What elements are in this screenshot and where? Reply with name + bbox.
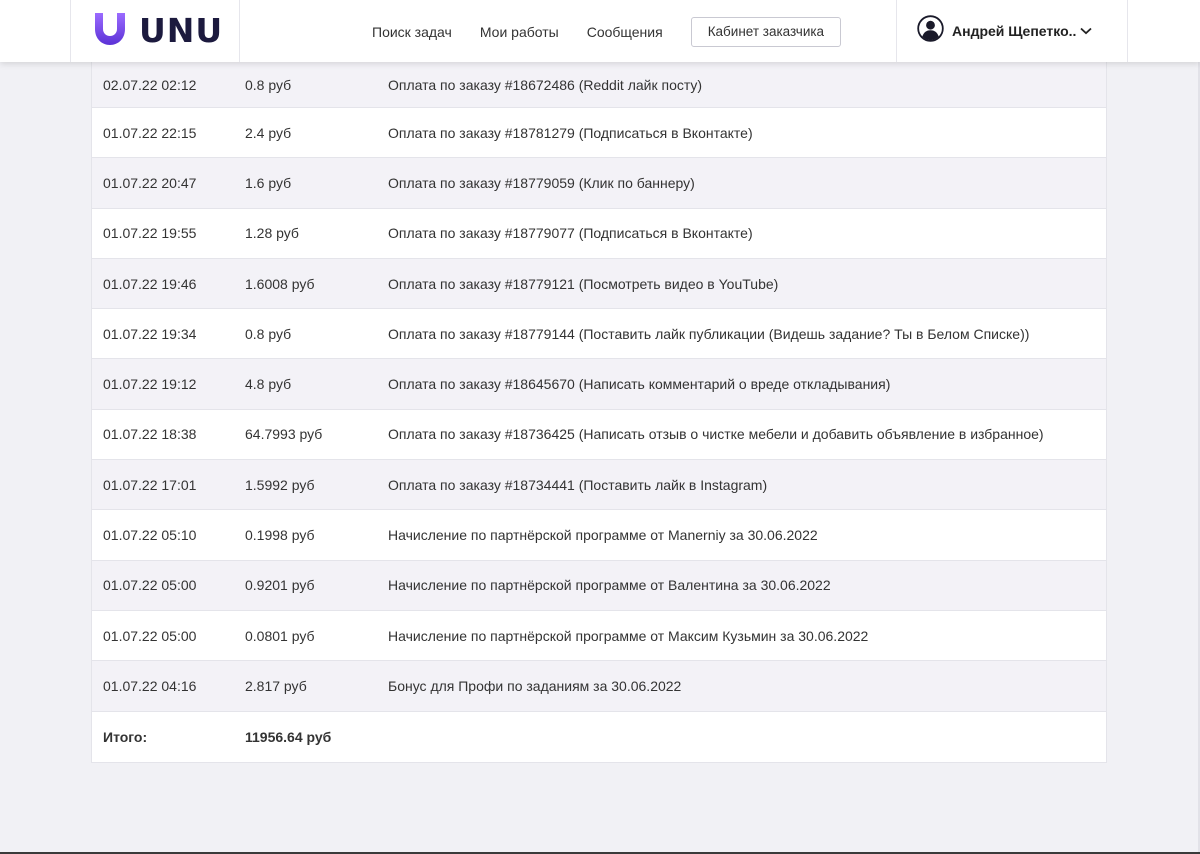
row-amount: 0.0801 руб — [245, 627, 315, 644]
table-row: 01.07.22 05:00 0.9201 руб Начисление по … — [92, 560, 1106, 611]
row-description: Начисление по партнёрской программе от M… — [388, 527, 818, 544]
table-row: 01.07.22 22:15 2.4 руб Оплата по заказу … — [92, 108, 1106, 159]
row-date: 01.07.22 05:10 — [103, 527, 197, 544]
top-header: UNU Поиск задач Мои работы Сообщения Каб… — [0, 0, 1200, 62]
nav-messages[interactable]: Сообщения — [587, 24, 663, 40]
row-date: 01.07.22 19:12 — [103, 376, 197, 393]
row-date: 01.07.22 17:01 — [103, 476, 197, 493]
total-label: Итого: — [103, 728, 148, 745]
nav-my-works[interactable]: Мои работы — [480, 24, 559, 40]
row-description: Оплата по заказу #18779121 (Посмотреть в… — [388, 275, 779, 292]
row-amount: 2.817 руб — [245, 677, 307, 694]
logo-text: UNU — [139, 11, 224, 50]
nav-search-tasks[interactable]: Поиск задач — [372, 24, 452, 40]
total-amount: 11956.64 руб — [245, 728, 332, 745]
row-date: 01.07.22 18:38 — [103, 426, 197, 443]
table-row: 01.07.22 19:46 1.6008 руб Оплата по зака… — [92, 258, 1106, 310]
row-description: Оплата по заказу #18779077 (Подписаться … — [388, 225, 753, 242]
row-description: Оплата по заказу #18779144 (Поставить ла… — [388, 325, 1030, 342]
row-amount: 1.6 руб — [245, 174, 292, 191]
row-description: Оплата по заказу #18672486 (Reddit лайк … — [388, 76, 703, 93]
row-date: 01.07.22 04:16 — [103, 677, 197, 694]
chevron-down-icon[interactable] — [1080, 22, 1093, 40]
transactions-table: 02.07.22 02:12 0.8 руб Оплата по заказу … — [91, 56, 1107, 763]
row-date: 01.07.22 19:55 — [103, 225, 197, 242]
user-menu[interactable]: Андрей Щепетко.. — [917, 15, 1093, 47]
table-row: 02.07.22 02:12 0.8 руб Оплата по заказу … — [92, 56, 1106, 108]
table-row: 01.07.22 17:01 1.5992 руб Оплата по зака… — [92, 460, 1106, 511]
row-description: Оплата по заказу #18779059 (Клик по банн… — [388, 174, 695, 191]
row-amount: 2.4 руб — [245, 124, 292, 141]
user-avatar-icon — [917, 15, 944, 47]
row-description: Бонус для Профи по заданиям за 30.06.202… — [388, 677, 682, 694]
table-row: 01.07.22 19:34 0.8 руб Оплата по заказу … — [92, 309, 1106, 360]
row-amount: 64.7993 руб — [245, 426, 323, 443]
row-date: 01.07.22 19:34 — [103, 325, 197, 342]
row-date: 01.07.22 20:47 — [103, 174, 197, 191]
row-amount: 0.1998 руб — [245, 527, 315, 544]
row-description: Оплата по заказу #18645670 (Написать ком… — [388, 376, 891, 393]
row-date: 01.07.22 22:15 — [103, 124, 197, 141]
row-date: 01.07.22 05:00 — [103, 577, 197, 594]
table-row: 01.07.22 05:10 0.1998 руб Начисление по … — [92, 510, 1106, 561]
table-row: 01.07.22 20:47 1.6 руб Оплата по заказу … — [92, 158, 1106, 209]
table-row: 01.07.22 05:00 0.0801 руб Начисление по … — [92, 611, 1106, 662]
row-amount: 1.28 руб — [245, 225, 299, 242]
row-amount: 0.8 руб — [245, 76, 292, 93]
unu-logo-icon — [93, 11, 127, 52]
logo[interactable]: UNU — [93, 11, 224, 52]
row-description: Оплата по заказу #18781279 (Подписаться … — [388, 124, 753, 141]
row-date: 02.07.22 02:12 — [103, 76, 197, 93]
divider — [239, 0, 240, 62]
row-date: 01.07.22 05:00 — [103, 627, 197, 644]
row-amount: 0.8 руб — [245, 325, 292, 342]
table-row: 01.07.22 19:12 4.8 руб Оплата по заказу … — [92, 359, 1106, 410]
table-row: 01.07.22 18:38 64.7993 руб Оплата по зак… — [92, 410, 1106, 461]
user-name: Андрей Щепетко.. — [952, 23, 1077, 39]
row-date: 01.07.22 19:46 — [103, 275, 197, 292]
table-row: 01.07.22 19:55 1.28 руб Оплата по заказу… — [92, 209, 1106, 259]
row-amount: 1.6008 руб — [245, 275, 315, 292]
row-description: Оплата по заказу #18734441 (Поставить ла… — [388, 476, 768, 493]
divider — [896, 0, 897, 62]
row-amount: 0.9201 руб — [245, 577, 315, 594]
row-description: Начисление по партнёрской программе от В… — [388, 577, 831, 594]
row-description: Начисление по партнёрской программе от М… — [388, 627, 869, 644]
header-container: UNU Поиск задач Мои работы Сообщения Каб… — [70, 0, 1128, 62]
row-description: Оплата по заказу #18736425 (Написать отз… — [388, 426, 1044, 443]
customer-cabinet-button[interactable]: Кабинет заказчика — [690, 17, 842, 47]
total-row: Итого: 11956.64 руб — [92, 712, 1106, 762]
main-nav: Поиск задач Мои работы Сообщения Кабинет… — [372, 17, 842, 47]
table-row: 01.07.22 04:16 2.817 руб Бонус для Профи… — [92, 661, 1106, 712]
row-amount: 4.8 руб — [245, 376, 292, 393]
row-amount: 1.5992 руб — [245, 476, 315, 493]
